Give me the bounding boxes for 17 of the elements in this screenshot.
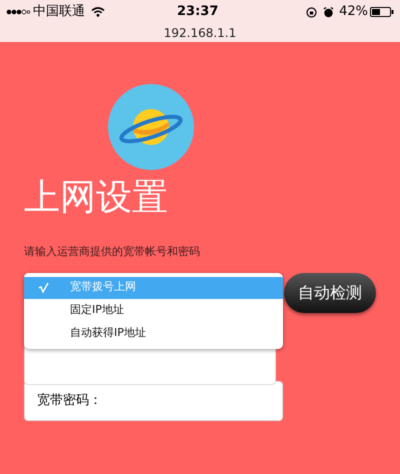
clock-time: 23:37 (177, 3, 218, 22)
rotation-lock-icon (306, 6, 318, 18)
signal-icon (6, 9, 30, 15)
battery-percentage: 42% (339, 3, 368, 22)
page-title: 上网设置 (24, 176, 169, 220)
menu-option[interactable]: 固定IP地址 (24, 298, 283, 322)
wifi-icon (91, 7, 105, 17)
battery-icon (370, 7, 394, 17)
page-address: 192.168.1.1 (164, 25, 236, 42)
planet-logo-icon (108, 84, 194, 170)
checkmark-icon (38, 282, 49, 293)
carrier-name: 中国联通 (33, 3, 85, 22)
password-label: 宽带密码： (37, 392, 102, 410)
instruction-text: 请输入运营商提供的宽带帐号和密码 (24, 244, 201, 260)
menu-option[interactable]: 自动获得IP地址 (24, 322, 283, 344)
auto-detect-button[interactable]: 自动检测 (284, 272, 376, 312)
alarm-icon (323, 6, 334, 18)
